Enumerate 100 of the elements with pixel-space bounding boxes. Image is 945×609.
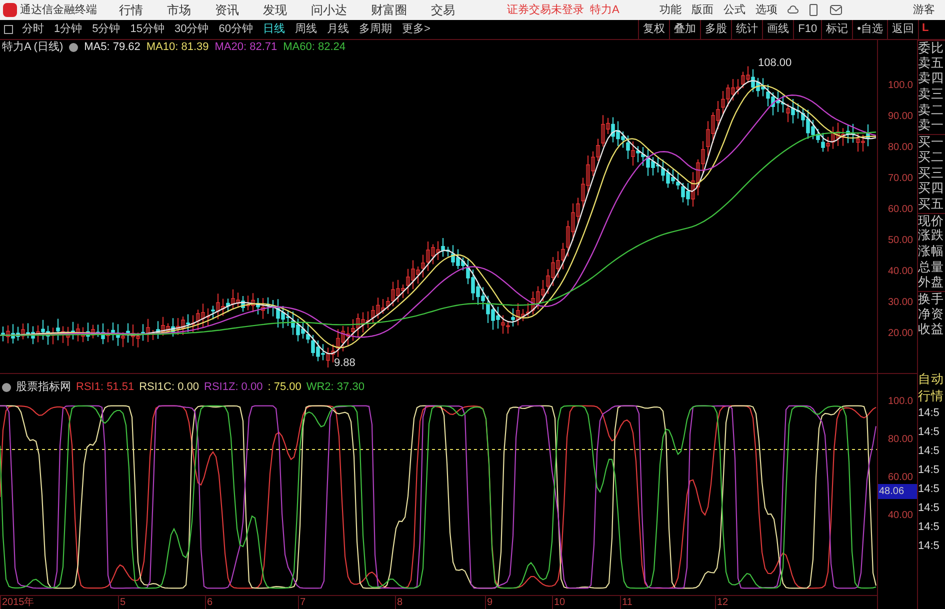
period-tab[interactable]: 30分钟 <box>170 21 214 38</box>
toolbar-button[interactable]: 叠加 <box>669 20 700 39</box>
menu-item[interactable]: 行情 <box>119 1 143 19</box>
trade-time: 14:5 <box>918 520 940 536</box>
period-tab[interactable]: 周线 <box>290 21 322 38</box>
date-label: 12 <box>715 596 728 609</box>
stock-name: 特力A <box>590 2 620 18</box>
quote-field-label: 委比 <box>918 40 945 56</box>
price-axis-label: 30.00 <box>888 296 913 309</box>
tool-menu-item[interactable]: 功能 <box>659 2 682 18</box>
quote-field-label: 卖二 <box>918 102 945 118</box>
chart-title: 特力A (日线) <box>2 40 64 56</box>
toolbar-button[interactable]: 复权 <box>638 20 670 39</box>
date-label: 7 <box>298 596 306 609</box>
menu-item[interactable]: 交易 <box>431 1 455 19</box>
mode-label[interactable]: 行情 <box>918 387 945 404</box>
indicator-value: WR2: 37.30 <box>306 380 364 396</box>
date-label: 8 <box>395 596 403 609</box>
app-title: 通达信金融终端 <box>20 2 97 18</box>
price-axis-label: 80.00 <box>888 141 913 154</box>
date-label: 11 <box>620 596 632 609</box>
corner-label: L <box>918 20 945 39</box>
toolbar-button[interactable]: 统计 <box>731 20 762 39</box>
period-tab[interactable]: 1分钟 <box>49 21 88 38</box>
period-tab[interactable]: 多周期 <box>354 21 397 38</box>
low-price-label: 9.88 <box>334 357 356 369</box>
menu-item[interactable]: 财富圈 <box>371 1 407 19</box>
quote-field-label: 外盘 <box>918 275 945 291</box>
toolbar-button[interactable]: F10 <box>793 20 822 39</box>
login-status: 证券交易未登录 <box>507 2 584 18</box>
date-label: 6 <box>205 596 213 609</box>
quote-field-label: 卖一 <box>918 118 945 134</box>
indicator-value: : 75.00 <box>268 380 302 396</box>
tool-menu-item[interactable]: 版面 <box>691 2 714 18</box>
price-axis-label: 60.00 <box>888 203 913 216</box>
trade-time: 14:5 <box>918 463 940 478</box>
quote-field-label: 现价 <box>918 212 945 228</box>
menu-item[interactable]: 市场 <box>167 1 191 19</box>
quote-field-label: 总量 <box>918 260 945 276</box>
quote-field-label: 卖四 <box>918 71 945 88</box>
indicator-value: RSI1C: 0.00 <box>139 380 200 396</box>
indicator-axis-label: 80.00 <box>888 433 913 446</box>
quote-field-label: 换手 <box>918 291 945 307</box>
indicator-value: RSI1Z: 0.00 <box>204 380 263 396</box>
toolbar-button[interactable]: 返回 <box>887 20 918 39</box>
quote-field-label: 净资 <box>918 306 945 322</box>
indicator-title: 股票指标网 <box>16 380 71 396</box>
menu-item[interactable]: 资讯 <box>215 1 239 19</box>
period-tab[interactable]: 日线 <box>258 21 290 38</box>
period-tab[interactable]: 15分钟 <box>125 21 170 38</box>
tool-menu-item[interactable]: 选项 <box>755 2 778 18</box>
price-axis-label: 50.00 <box>888 234 913 247</box>
quote-field-label: 买五 <box>918 196 945 213</box>
date-label: 10 <box>552 596 566 609</box>
quote-field-label: 涨跌 <box>918 228 945 244</box>
price-axis-label: 90.00 <box>888 110 913 123</box>
trade-time: 14:5 <box>918 501 940 516</box>
indicator-value: RSI1: 51.51 <box>76 380 134 396</box>
user-name: 游客 <box>913 2 935 18</box>
menu-item[interactable]: 问小达 <box>311 1 347 19</box>
moving-average-value: MA60: 82.24 <box>283 40 346 56</box>
date-label: 5 <box>118 596 126 609</box>
toolbar-button[interactable]: •自选 <box>852 20 887 39</box>
quote-field-label: 收益 <box>918 322 945 338</box>
price-axis-label: 100.0 <box>888 79 913 92</box>
quote-field-label: 买三 <box>918 166 945 182</box>
period-tab[interactable]: 月线 <box>322 21 354 38</box>
toolbar-button[interactable]: 多股 <box>700 20 732 39</box>
price-axis-label: 70.00 <box>888 172 913 185</box>
quote-field-label: 卖五 <box>918 56 945 72</box>
quote-field-label: 买一 <box>918 134 945 150</box>
quote-field-label: 买二 <box>918 150 945 166</box>
quote-field-label: 买四 <box>918 181 945 197</box>
period-tab[interactable]: 更多> <box>397 21 436 38</box>
trade-time: 14:5 <box>918 482 940 498</box>
indicator-axis-label: 40.00 <box>888 509 913 522</box>
current-value-tag: 48.06 <box>878 484 917 499</box>
moving-average-value: MA5: 79.62 <box>84 40 140 56</box>
indicator-axis-label: 100.0 <box>888 395 913 408</box>
toolbar-button[interactable]: 画线 <box>762 20 794 39</box>
date-label: 9 <box>485 596 493 609</box>
toolbar-button[interactable]: 标记 <box>821 20 852 39</box>
indicator-axis-label: 60.00 <box>888 471 913 484</box>
trade-time: 14:5 <box>918 539 940 554</box>
period-tab[interactable]: 分时 <box>17 21 49 38</box>
period-tab[interactable]: 60分钟 <box>214 21 258 38</box>
price-axis-label: 20.00 <box>888 327 913 340</box>
high-price-label: 108.00 <box>758 57 792 69</box>
price-axis-label: 40.00 <box>888 265 913 278</box>
moving-average-value: MA20: 82.71 <box>214 40 278 56</box>
mode-label[interactable]: 自动 <box>918 370 945 388</box>
date-label: 2015年 <box>0 596 34 609</box>
quote-field-label: 涨幅 <box>918 244 945 260</box>
tool-menu-item[interactable]: 公式 <box>723 2 746 18</box>
menu-item[interactable]: 发现 <box>263 1 287 19</box>
quote-field-label: 卖三 <box>918 87 945 103</box>
trade-time: 14:5 <box>918 425 940 440</box>
period-tab[interactable]: 5分钟 <box>87 21 126 38</box>
moving-average-value: MA10: 81.39 <box>146 40 209 56</box>
trade-time: 14:5 <box>918 406 940 422</box>
